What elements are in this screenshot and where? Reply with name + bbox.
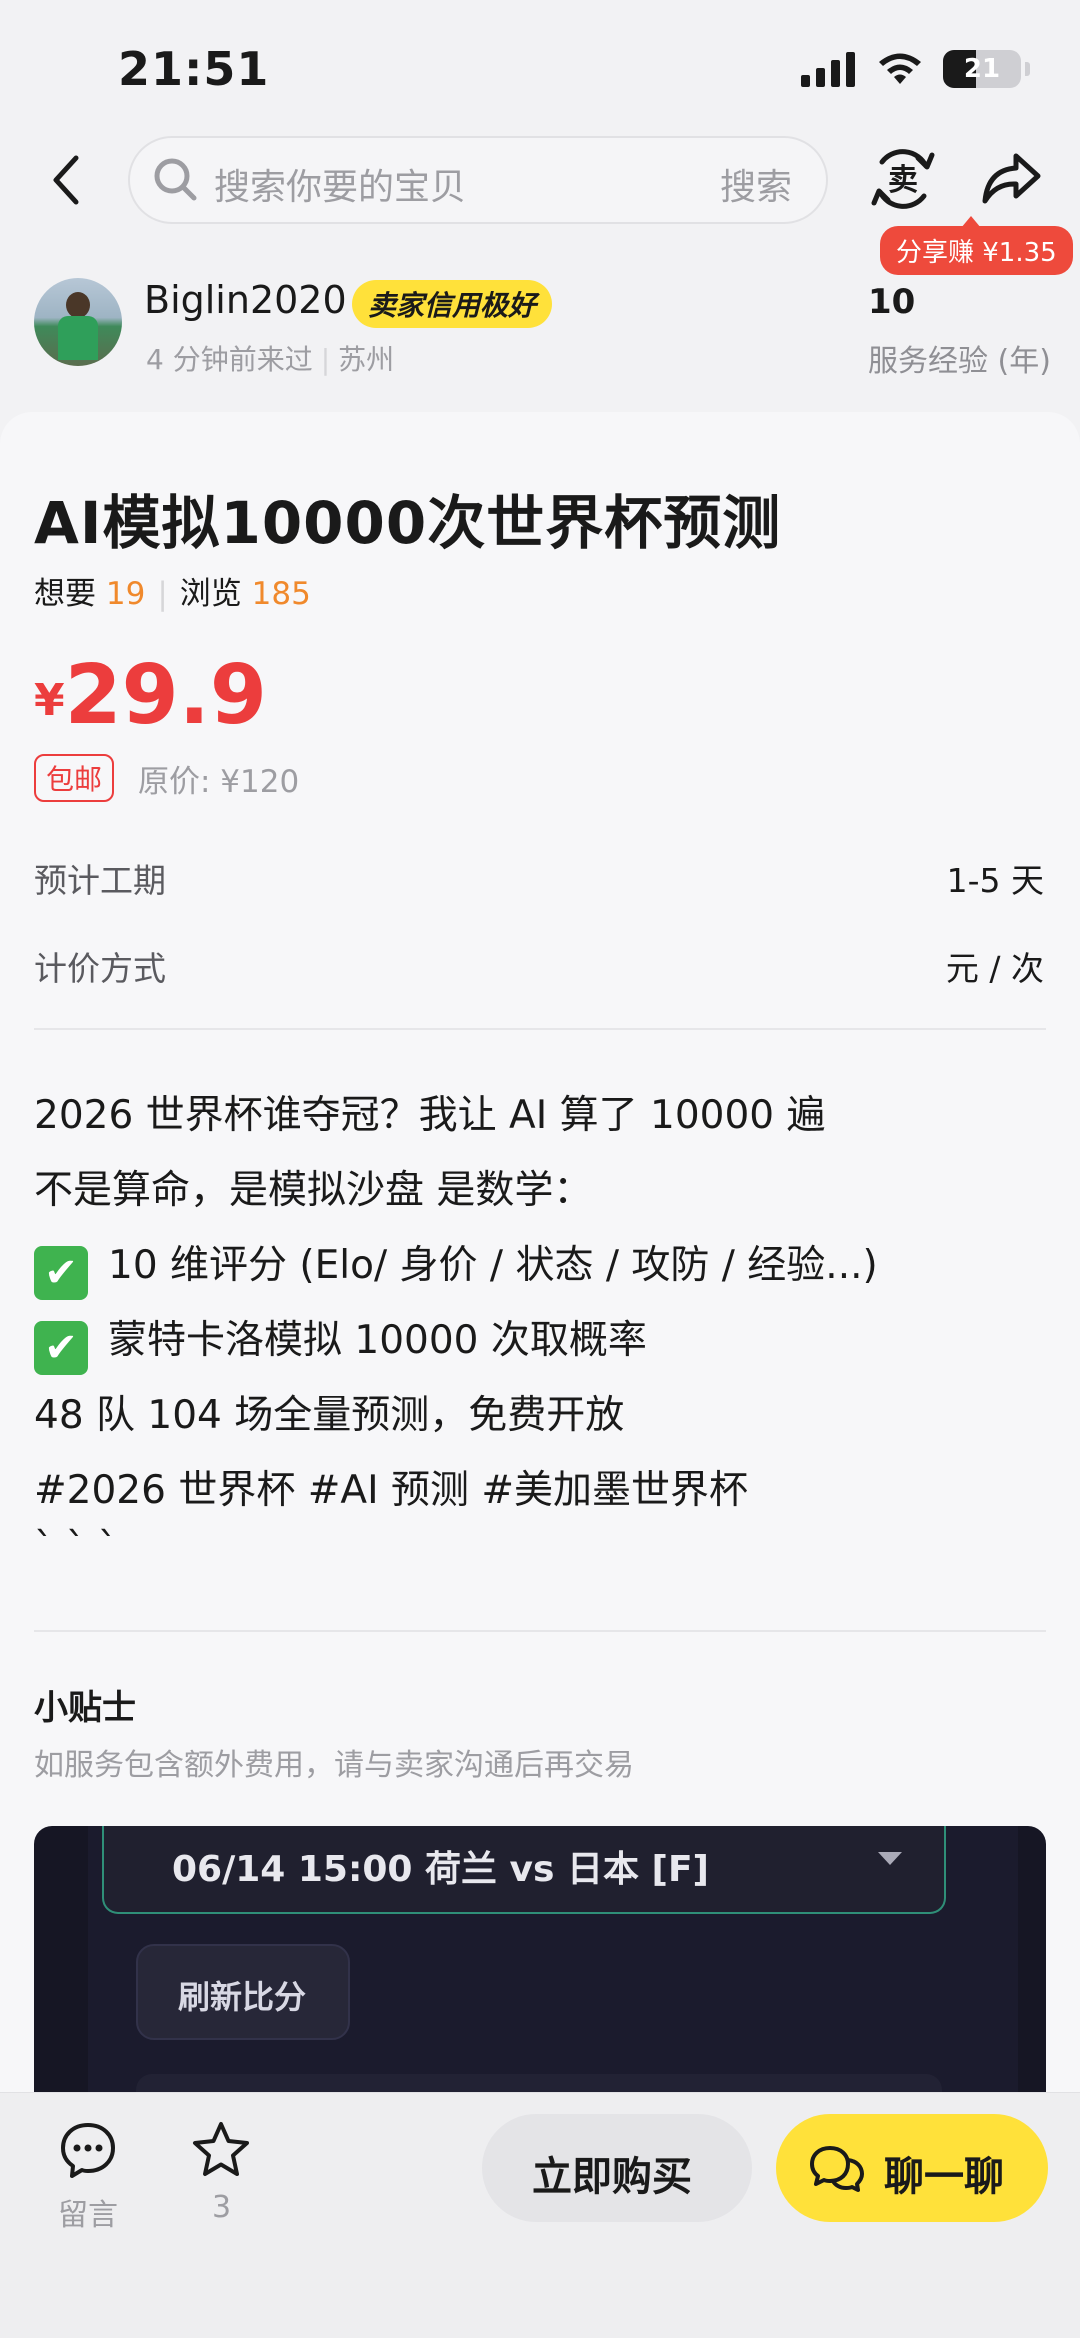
search-bar[interactable]: 搜索你要的宝贝 搜索 bbox=[128, 136, 828, 224]
desc-line: 不是算命，是模拟沙盘 是数学： bbox=[34, 1168, 593, 1213]
checkmark-icon: ✔ bbox=[34, 1321, 88, 1375]
match-select-value: 06/14 15:00 荷兰 vs 日本 [F] bbox=[172, 1849, 709, 1890]
checkmark-icon: ✔ bbox=[34, 1246, 88, 1300]
wifi-icon bbox=[879, 53, 921, 84]
experience-label: 服务经验 (年) bbox=[868, 344, 1051, 379]
desc-line: ✔ 蒙特卡洛模拟 10000 次取概率 bbox=[34, 1303, 878, 1378]
tips-text: 如服务包含额外费用，请与卖家沟通后再交易 bbox=[34, 1748, 634, 1783]
seller-location: 苏州 bbox=[338, 343, 395, 376]
item-price: ¥29.9 bbox=[34, 648, 267, 743]
desc-line: ✔ 10 维评分 (Elo/ 身价 / 状态 / 攻防 / 经验...) bbox=[34, 1228, 878, 1303]
battery-icon: 21 bbox=[943, 50, 1021, 88]
seller-meta: 4 分钟前来过 | 苏州 bbox=[146, 338, 394, 378]
duration-value: 1-5 天 bbox=[946, 861, 1044, 900]
tips-title: 小贴士 bbox=[34, 1688, 136, 1728]
duration-label: 预计工期 bbox=[34, 861, 166, 900]
want-count: 19 bbox=[105, 576, 146, 612]
battery-tip bbox=[1025, 62, 1030, 76]
seller-avatar[interactable] bbox=[34, 278, 122, 366]
price-amount: 29.9 bbox=[64, 648, 267, 743]
back-icon[interactable] bbox=[42, 150, 92, 210]
experience-value: 10 bbox=[868, 282, 916, 322]
search-icon bbox=[154, 158, 197, 201]
meta-divider: | bbox=[320, 343, 331, 376]
price-currency: ¥ bbox=[34, 675, 65, 726]
sell-icon[interactable]: 卖 bbox=[866, 142, 940, 216]
item-description: 2026 世界杯谁夺冠？我让 AI 算了 10000 遍 不是算命，是模拟沙盘 … bbox=[34, 1078, 878, 1568]
desc-line: #2026 世界杯 #AI 预测 #美加墨世界杯 bbox=[34, 1468, 749, 1513]
desc-line: 48 队 104 场全量预测，免费开放 bbox=[34, 1393, 625, 1438]
favorite-count: 3 bbox=[212, 2190, 232, 2225]
seller-credit-badge: 卖家信用极好 bbox=[352, 280, 553, 328]
share-icon[interactable] bbox=[980, 146, 1042, 208]
original-price: 原价: ¥120 bbox=[138, 764, 300, 800]
chat-label[interactable]: 聊一聊 bbox=[884, 2144, 1004, 2202]
item-stats: 想要 19 | 浏览 185 bbox=[34, 568, 311, 613]
search-placeholder: 搜索你要的宝贝 bbox=[214, 167, 467, 208]
refresh-score-label: 刷新比分 bbox=[178, 1978, 307, 2016]
seller-last-seen: 4 分钟前来过 bbox=[146, 343, 313, 376]
desc-line: ` ` ` bbox=[34, 1525, 118, 1570]
divider bbox=[34, 1630, 1046, 1632]
status-time: 21:51 bbox=[118, 42, 270, 96]
seller-name[interactable]: Biglin2020 bbox=[144, 278, 347, 322]
divider bbox=[34, 1028, 1046, 1030]
view-count: 185 bbox=[251, 576, 311, 612]
buy-now-label[interactable]: 立即购买 bbox=[532, 2144, 692, 2202]
pricing-label: 计价方式 bbox=[34, 949, 166, 988]
comment-icon[interactable] bbox=[58, 2120, 118, 2180]
battery-level: 21 bbox=[963, 54, 1001, 84]
signal-icon bbox=[801, 52, 855, 87]
status-icons: 21 bbox=[801, 50, 1030, 88]
pricing-value: 元 / 次 bbox=[945, 949, 1044, 988]
status-bar: 21:51 21 bbox=[0, 0, 1080, 130]
chevron-down-icon bbox=[878, 1852, 902, 1865]
item-title: AI模拟10000次世界杯预测 bbox=[34, 489, 782, 557]
view-label: 浏览 bbox=[179, 576, 242, 612]
stats-divider: | bbox=[157, 576, 168, 612]
svg-text:卖: 卖 bbox=[888, 163, 918, 198]
want-label: 想要 bbox=[34, 576, 96, 612]
share-earn-badge[interactable]: 分享赚 ¥1.35 bbox=[880, 216, 1073, 275]
search-button[interactable]: 搜索 bbox=[720, 158, 792, 210]
free-shipping-badge: 包邮 bbox=[34, 754, 115, 802]
chat-icon bbox=[810, 2146, 864, 2192]
favorite-star-icon[interactable] bbox=[190, 2120, 252, 2180]
desc-line: 2026 世界杯谁夺冠？我让 AI 算了 10000 遍 bbox=[34, 1093, 826, 1138]
comment-label[interactable]: 留言 bbox=[58, 2190, 118, 2234]
